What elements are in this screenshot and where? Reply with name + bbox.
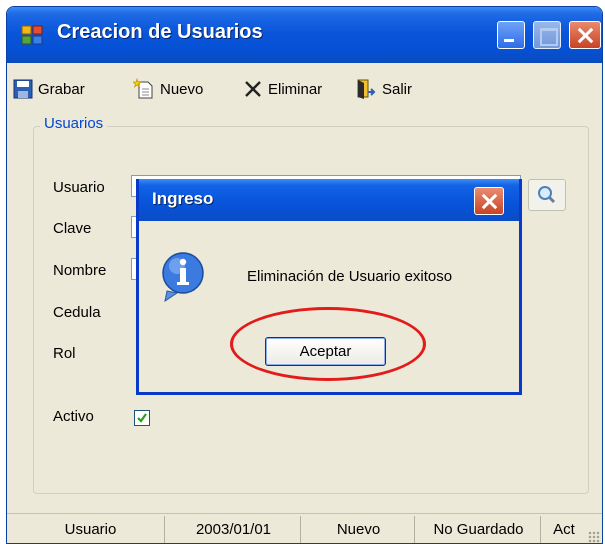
delete-x-icon [245, 81, 261, 97]
save-label: Grabar [38, 80, 85, 98]
search-button[interactable] [528, 179, 566, 211]
activo-checkbox[interactable] [134, 410, 150, 426]
groupbox-title: Usuarios [40, 115, 108, 132]
save-button[interactable]: Grabar [13, 77, 85, 101]
info-icon [162, 252, 204, 303]
status-save-state: No Guardado [417, 516, 541, 543]
maximize-button[interactable] [533, 21, 561, 49]
resize-grip[interactable] [588, 531, 600, 543]
checkmark-icon [137, 413, 147, 423]
new-document-icon [133, 78, 153, 99]
new-button[interactable]: Nuevo [133, 77, 203, 101]
delete-label: Eliminar [268, 80, 323, 98]
close-button[interactable] [569, 21, 601, 49]
clave-label: Clave [53, 220, 92, 237]
cedula-label: Cedula [53, 304, 101, 321]
exit-label: Salir [382, 80, 413, 98]
dialog-title-bar[interactable]: Ingreso [139, 179, 519, 221]
search-icon [538, 186, 556, 204]
status-user: Usuario [17, 516, 165, 543]
exit-button[interactable]: Salir [355, 77, 412, 101]
rol-label: Rol [53, 345, 76, 362]
title-bar[interactable]: Creacion de Usuarios [7, 7, 602, 63]
status-mode: Nuevo [303, 516, 415, 543]
dialog-message: Eliminación de Usuario exitoso [247, 268, 453, 285]
highlight-annotation [230, 307, 426, 381]
activo-label: Activo [53, 408, 94, 425]
exit-door-icon [357, 79, 376, 99]
toolbar: Grabar Nuevo Eliminar Salir [7, 63, 602, 107]
minimize-button[interactable] [497, 21, 525, 49]
new-label: Nuevo [160, 80, 204, 98]
save-icon [13, 79, 33, 99]
status-bar: Usuario 2003/01/01 Nuevo No Guardado Act [7, 513, 602, 543]
status-extra: Act [553, 521, 575, 538]
main-window: Creacion de Usuarios Grabar Nuevo Elimin… [6, 6, 603, 544]
dialog-close-button[interactable] [474, 187, 504, 215]
nombre-label: Nombre [53, 262, 107, 279]
app-icon [21, 25, 43, 45]
usuario-label: Usuario [53, 179, 105, 196]
delete-button[interactable]: Eliminar [243, 77, 322, 101]
window-title: Creacion de Usuarios [57, 21, 263, 43]
dialog-title: Ingreso [152, 189, 214, 208]
status-date: 2003/01/01 [167, 516, 301, 543]
